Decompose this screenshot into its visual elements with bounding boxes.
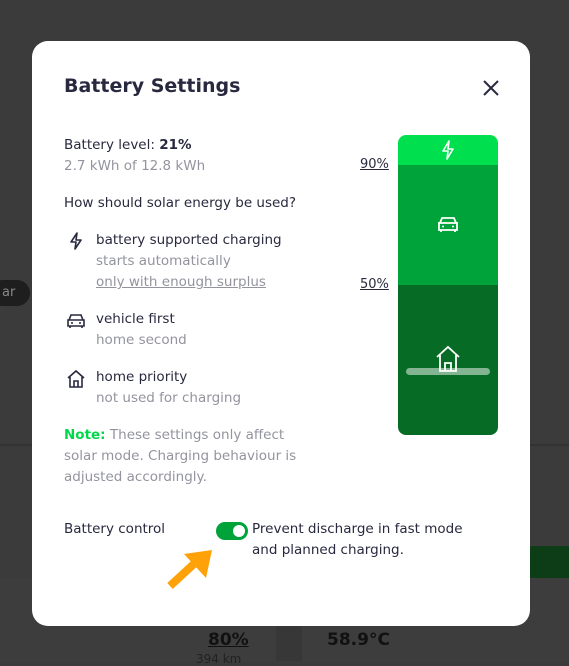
close-icon[interactable]	[480, 77, 502, 99]
option-title: battery supported charging	[96, 232, 282, 248]
battery-level-value: 21%	[159, 137, 192, 153]
home-icon	[67, 369, 85, 388]
option-title: vehicle first	[96, 311, 175, 327]
battery-control-label: Battery control	[64, 521, 166, 537]
car-icon	[67, 314, 85, 328]
car-icon	[438, 217, 458, 232]
background-soc-value: 80%	[208, 630, 249, 650]
background-pill: ar	[0, 280, 30, 306]
battery-settings-modal: Battery Settings Battery level: 21% 2.7 …	[32, 41, 530, 626]
solar-question: How should solar energy be used?	[64, 195, 297, 211]
note-label: Note:	[64, 427, 106, 443]
charging-zone[interactable]	[398, 135, 498, 165]
option-title: home priority	[96, 369, 188, 385]
vehicle-zone[interactable]	[398, 165, 498, 285]
lower-threshold-label[interactable]: 50%	[360, 277, 389, 292]
option-detail: starts automatically	[96, 253, 231, 269]
lightning-icon	[70, 232, 82, 250]
control-description: Prevent discharge in fast mode	[252, 521, 463, 537]
upper-threshold-label[interactable]: 90%	[360, 157, 389, 172]
toggle-knob	[233, 525, 245, 537]
option-detail: not used for charging	[96, 390, 242, 406]
home-zone[interactable]	[398, 285, 498, 435]
lightning-icon	[442, 140, 454, 160]
background-green-bar	[530, 546, 569, 578]
battery-level-label: Battery level:	[64, 137, 155, 153]
note-line: adjusted accordingly.	[64, 469, 207, 485]
battery-level: Battery level: 21%	[64, 137, 192, 153]
background-temperature-value: 58.9°C	[327, 630, 390, 650]
battery-level-indicator	[406, 368, 490, 375]
note-text: These settings only affect	[109, 427, 285, 443]
modal-title: Battery Settings	[64, 75, 241, 97]
background-range-value: 394 km	[196, 652, 242, 666]
background-pill-text: ar	[2, 285, 16, 300]
background-column-divider	[276, 626, 302, 661]
prevent-discharge-toggle[interactable]	[216, 522, 248, 540]
control-description: and planned charging.	[252, 542, 404, 558]
battery-energy: 2.7 kWh of 12.8 kWh	[64, 158, 206, 174]
option-detail: home second	[96, 332, 187, 348]
note-line: solar mode. Charging behaviour is	[64, 448, 297, 464]
battery-priority-bar	[398, 135, 498, 435]
arrow-pointer-icon	[167, 550, 212, 589]
surplus-link[interactable]: only with enough surplus	[96, 274, 266, 290]
note-line: Note: These settings only affect	[64, 427, 284, 443]
